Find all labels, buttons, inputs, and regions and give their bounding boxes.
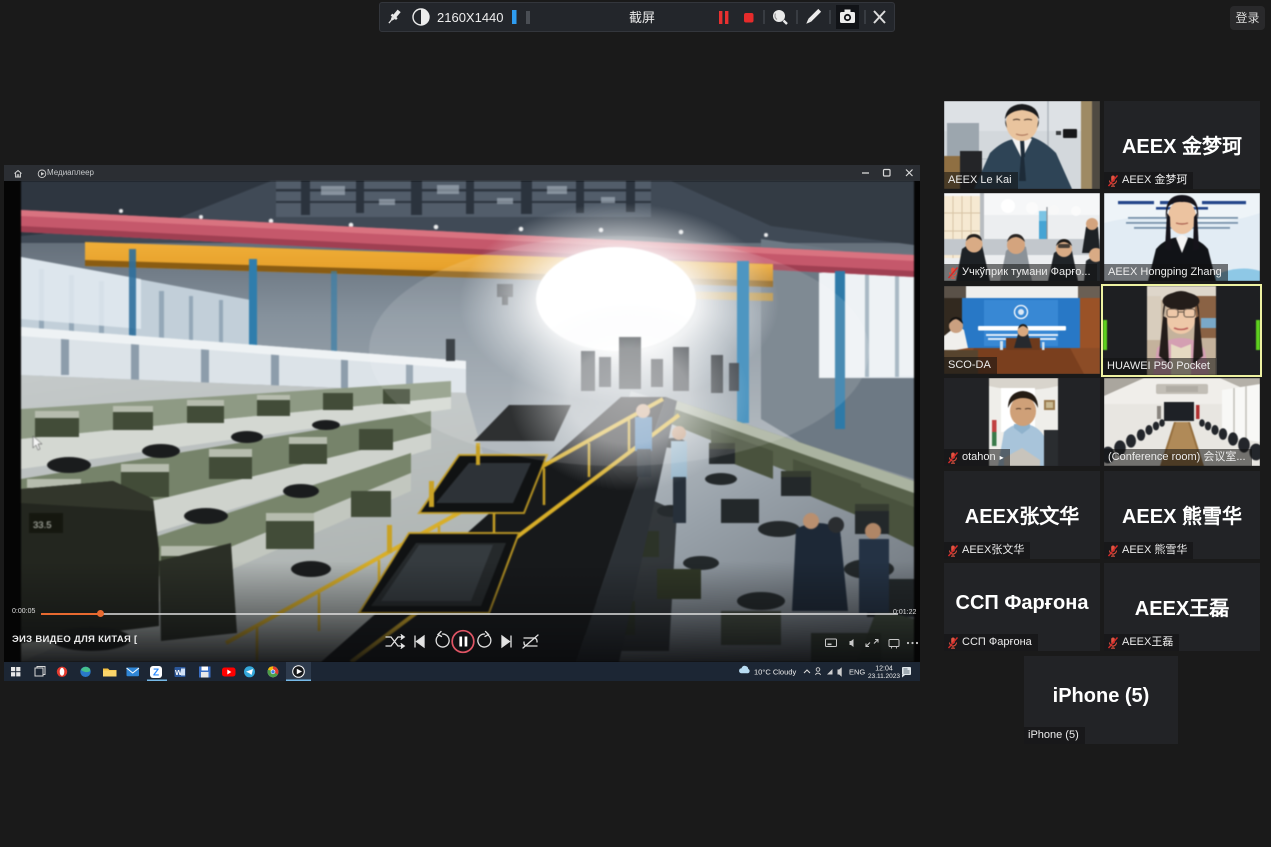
svg-text:23.11.2023: 23.11.2023 <box>868 673 900 680</box>
svg-text:10°C Cloudy: 10°C Cloudy <box>754 668 796 677</box>
svg-text:2160X1440: 2160X1440 <box>437 10 504 25</box>
svg-text:ENG: ENG <box>849 668 865 677</box>
svg-text:33.5: 33.5 <box>33 520 52 531</box>
svg-text:Z: Z <box>153 668 159 679</box>
svg-text:12:04: 12:04 <box>875 666 893 673</box>
svg-text:截屏: 截屏 <box>629 10 655 25</box>
